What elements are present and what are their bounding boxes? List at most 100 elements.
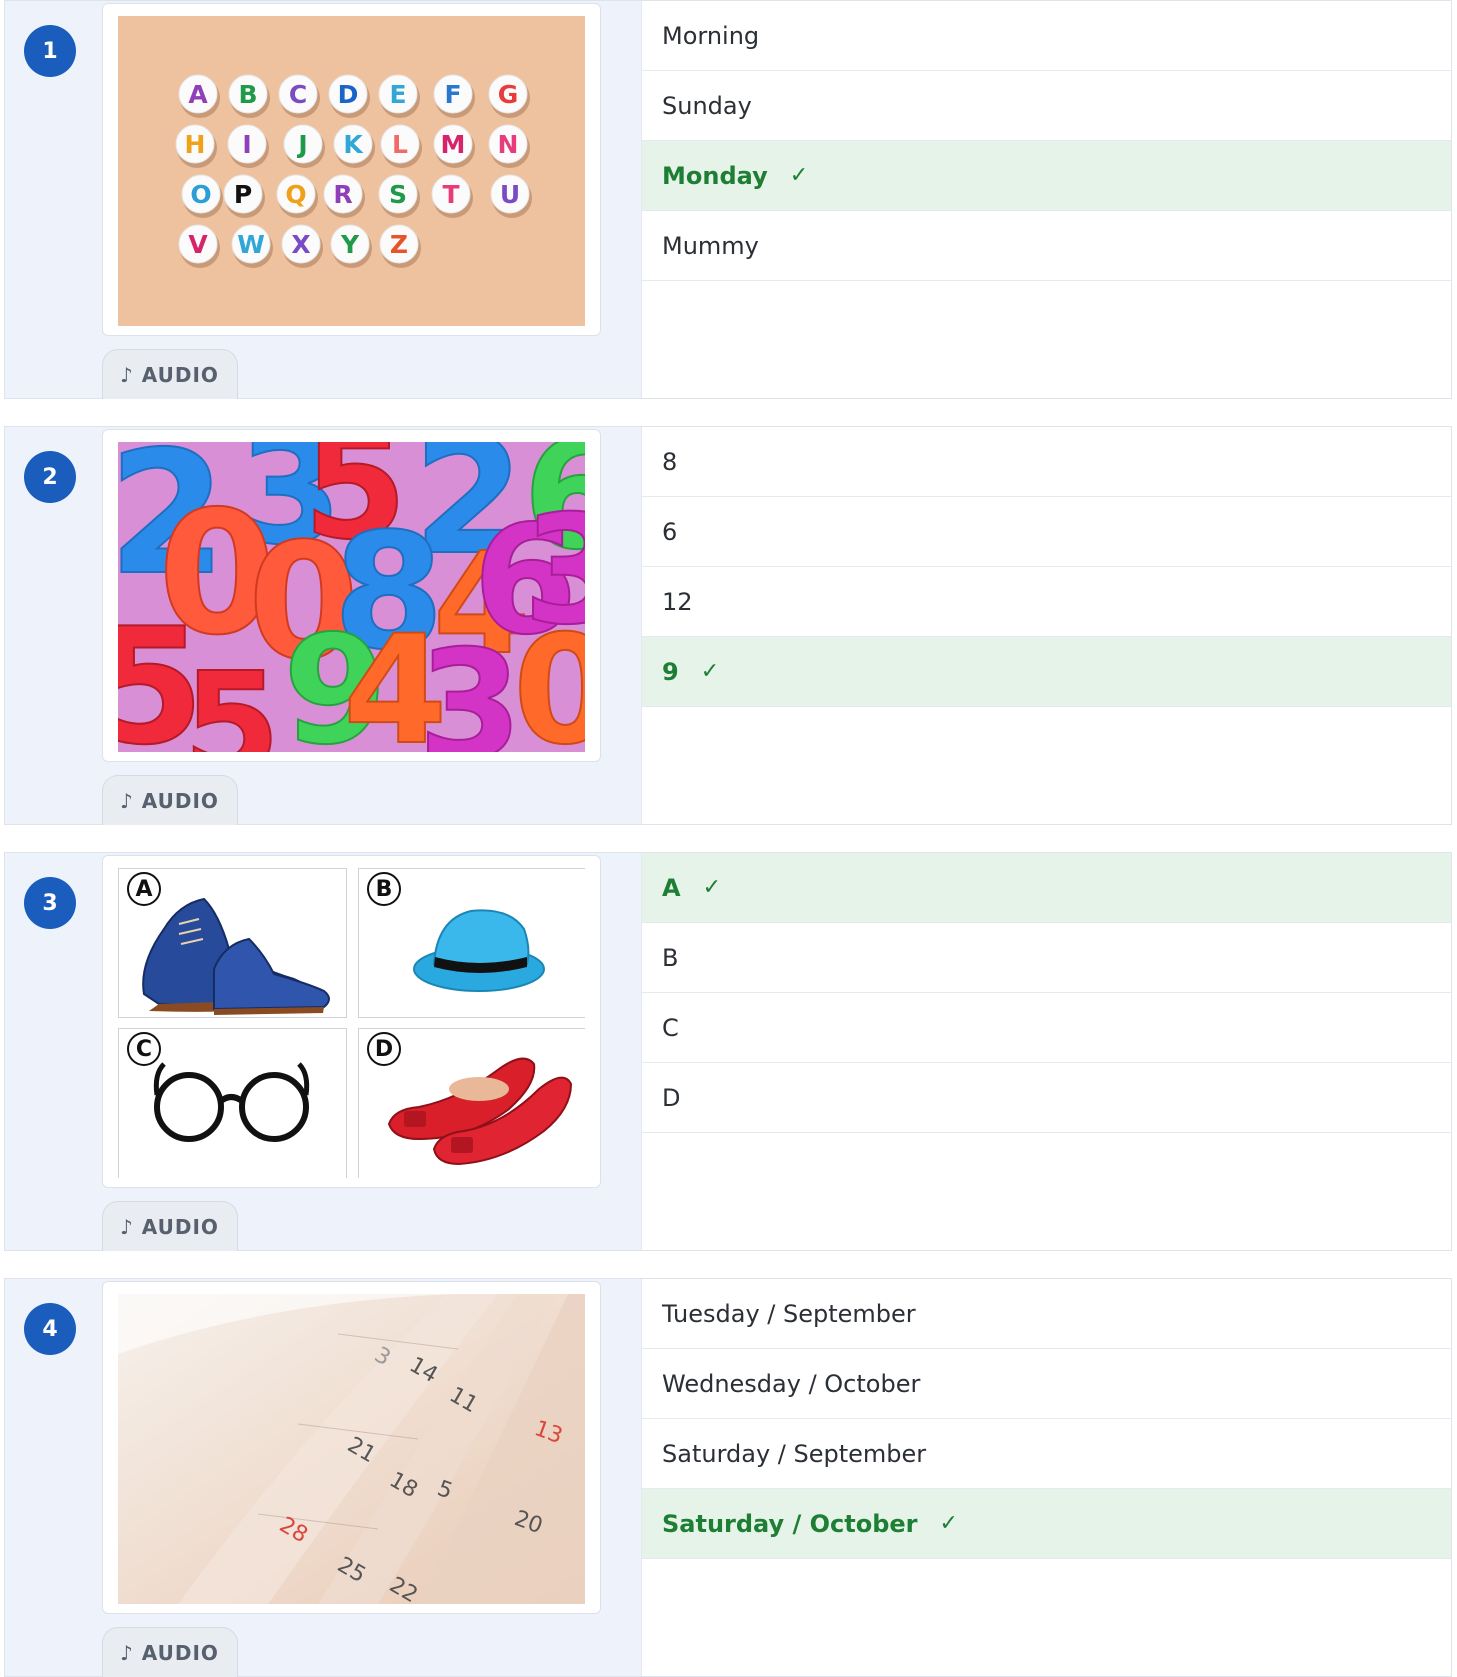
- svg-text:C: C: [289, 80, 307, 109]
- calendar-pages-image: 14 11 13 21 18 5 20 28 25 22 3: [118, 1294, 585, 1604]
- question-number-badge: 4: [24, 1303, 76, 1355]
- colorful-numbers-drawing: 2 3 5 2 6 0 0 8 4 6 3 5 5 9 4 3 0: [118, 442, 585, 752]
- answer-option[interactable]: 12✓: [642, 567, 1451, 637]
- svg-text:O: O: [190, 180, 211, 209]
- option-label: Tuesday / September: [662, 1299, 916, 1328]
- question-media: A B C D E F G H I J KL M N OP QR S T U VWX Y Z ♪ AUDIO: [96, 1, 642, 399]
- option-label: Sunday: [662, 91, 752, 120]
- question-number-column: 3: [5, 853, 97, 1250]
- option-label: B: [662, 943, 679, 972]
- grid-label: C: [127, 1032, 161, 1066]
- option-label: Saturday / October: [662, 1509, 918, 1538]
- grid-label: A: [127, 872, 161, 906]
- answer-option-correct[interactable]: A ✓: [642, 853, 1451, 923]
- question-number-badge: 3: [24, 877, 76, 929]
- question-card-4: 4 14 11 13 21 18 5 20 28 25 22 3 ♪ AUDIO…: [4, 1278, 1452, 1677]
- question-card-2: 2 2 3 5 2 6 0 0 8 4 6 3 5 5 9 4 3 0 ♪ AU…: [4, 426, 1452, 825]
- svg-text:B: B: [238, 80, 257, 109]
- answer-option[interactable]: C✓: [642, 993, 1451, 1063]
- svg-text:W: W: [237, 230, 265, 259]
- svg-text:L: L: [392, 130, 408, 159]
- svg-text:K: K: [343, 130, 364, 159]
- audio-button-label: AUDIO: [141, 362, 219, 387]
- svg-text:T: T: [442, 180, 459, 209]
- audio-button-label: AUDIO: [141, 788, 219, 813]
- answer-options: A✓ B✓ C✓ D✓: [642, 853, 1451, 1250]
- svg-text:3: 3: [418, 619, 522, 752]
- svg-text:R: R: [333, 180, 352, 209]
- option-label: 8: [662, 447, 678, 476]
- question-card-1: 1 A B C D E F G H I J KL M N OP QR S T U VWX Y Z ♪ AUDIO Mor…: [4, 0, 1452, 399]
- answer-option[interactable]: Saturday / September✓: [642, 1419, 1451, 1489]
- svg-text:5: 5: [183, 643, 280, 752]
- music-note-icon: ♪: [120, 1640, 134, 1665]
- check-icon: ✓: [789, 163, 809, 188]
- music-note-icon: ♪: [120, 1214, 134, 1239]
- image-card: A B C D: [102, 855, 601, 1188]
- grid-label: B: [367, 872, 401, 906]
- audio-button[interactable]: ♪ AUDIO: [102, 349, 238, 399]
- audio-button-label: AUDIO: [141, 1214, 219, 1239]
- grid-cell-shoes: A: [118, 868, 347, 1018]
- svg-text:Z: Z: [390, 230, 408, 259]
- answer-options: Morning✓ Sunday✓ Monday ✓ Mummy✓: [642, 1, 1451, 398]
- option-label: 9: [662, 657, 679, 686]
- option-label: Mummy: [662, 231, 759, 260]
- option-label: 12: [662, 587, 693, 616]
- answer-option[interactable]: Sunday✓: [642, 71, 1451, 141]
- image-card: A B C D E F G H I J KL M N OP QR S T U VWX Y Z: [102, 3, 601, 336]
- question-media: 14 11 13 21 18 5 20 28 25 22 3 ♪ AUDIO: [96, 1279, 642, 1677]
- question-card-3: 3 A B C D ♪ AUDIO A ✓ B C D: [4, 852, 1452, 1251]
- answer-option[interactable]: Mummy✓: [642, 211, 1451, 281]
- check-icon: ✓: [700, 659, 720, 684]
- svg-text:G: G: [498, 80, 519, 109]
- svg-text:D: D: [338, 80, 359, 109]
- question-media: A B C D ♪ AUDIO: [96, 853, 642, 1251]
- check-icon: ✓: [702, 875, 722, 900]
- music-note-icon: ♪: [120, 362, 134, 387]
- check-icon: ✓: [939, 1511, 958, 1536]
- svg-text:H: H: [185, 130, 206, 159]
- question-number-badge: 1: [24, 25, 76, 77]
- audio-button[interactable]: ♪ AUDIO: [102, 1627, 238, 1677]
- question-media: 2 3 5 2 6 0 0 8 4 6 3 5 5 9 4 3 0 ♪ AUDI…: [96, 427, 642, 825]
- answer-option[interactable]: 8✓: [642, 427, 1451, 497]
- svg-text:Y: Y: [340, 230, 360, 259]
- image-card: 14 11 13 21 18 5 20 28 25 22 3: [102, 1281, 601, 1614]
- answer-option-correct[interactable]: Monday ✓: [642, 141, 1451, 211]
- grid-label: D: [367, 1032, 401, 1066]
- answer-options: 8✓ 6✓ 12✓ 9✓: [642, 427, 1451, 824]
- question-number-column: 2: [5, 427, 97, 824]
- question-number-column: 1: [5, 1, 97, 398]
- music-note-icon: ♪: [120, 788, 134, 813]
- svg-text:A: A: [188, 80, 208, 109]
- colorful-numbers-image: 2 3 5 2 6 0 0 8 4 6 3 5 5 9 4 3 0: [118, 442, 585, 752]
- answer-options: Tuesday / September✓ Wednesday / October…: [642, 1279, 1451, 1676]
- option-label: D: [662, 1083, 681, 1112]
- svg-text:F: F: [444, 80, 461, 109]
- answer-option-correct[interactable]: Saturday / October ✓: [642, 1489, 1451, 1559]
- answer-option[interactable]: 6✓: [642, 497, 1451, 567]
- answer-option[interactable]: Tuesday / September✓: [642, 1279, 1451, 1349]
- svg-text:U: U: [500, 180, 520, 209]
- svg-text:I: I: [242, 130, 251, 159]
- answer-option[interactable]: Wednesday / October✓: [642, 1349, 1451, 1419]
- option-label: Wednesday / October: [662, 1369, 921, 1398]
- option-label: A: [662, 873, 681, 902]
- option-label: C: [662, 1013, 679, 1042]
- answer-option-correct[interactable]: 9 ✓: [642, 637, 1451, 707]
- grid-cell-hat: B: [358, 868, 585, 1018]
- image-card: 2 3 5 2 6 0 0 8 4 6 3 5 5 9 4 3 0: [102, 429, 601, 762]
- audio-button[interactable]: ♪ AUDIO: [102, 1201, 238, 1251]
- option-label: Monday: [662, 161, 768, 190]
- answer-option[interactable]: B✓: [642, 923, 1451, 993]
- svg-text:N: N: [498, 130, 519, 159]
- grid-cell-red-shoes: D: [358, 1028, 585, 1178]
- answer-option[interactable]: D✓: [642, 1063, 1451, 1133]
- audio-button[interactable]: ♪ AUDIO: [102, 775, 238, 825]
- question-number-badge: 2: [24, 451, 76, 503]
- svg-text:J: J: [296, 130, 307, 159]
- svg-text:M: M: [441, 130, 466, 159]
- question-number-column: 4: [5, 1279, 97, 1676]
- answer-option[interactable]: Morning✓: [642, 1, 1451, 71]
